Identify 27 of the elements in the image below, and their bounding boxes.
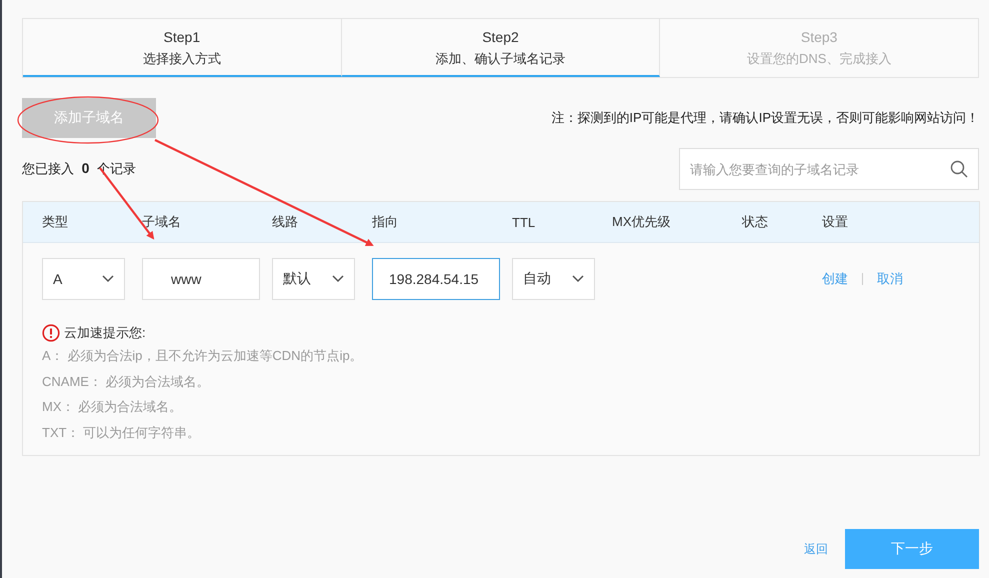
warning-note: 注：探测到的IP可能是代理，请确认IP设置无误，否则可能影响网站访问！ — [551, 109, 979, 127]
search-icon[interactable] — [950, 160, 968, 178]
input-field[interactable]: 198.284.54.15 — [372, 258, 500, 300]
column-header: 指向 — [372, 213, 398, 231]
tip-text: CNAME： 必须为合法域名。 — [42, 372, 211, 390]
caret-icon — [572, 275, 584, 283]
caret-icon — [102, 275, 114, 283]
column-header: 状态 — [742, 213, 768, 231]
column-header: 设置 — [822, 213, 848, 231]
tip-text: A： 必须为合法ip，且不允许为云加速等CDN的节点ip。 — [42, 347, 364, 365]
column-header: 子域名 — [142, 213, 181, 231]
caret-icon — [332, 275, 344, 283]
tip-text: TXT： 可以为任何字符串。 — [42, 424, 202, 442]
warning-icon — [42, 324, 60, 342]
column-header: 线路 — [272, 213, 298, 231]
search-field[interactable]: 请输入您要查询的子域名记录 — [679, 148, 979, 190]
select-field[interactable]: A — [42, 258, 125, 300]
column-header: TTL — [512, 214, 536, 230]
tip-text: MX： 必须为合法域名。 — [42, 398, 184, 416]
input-field[interactable]: www — [142, 258, 260, 300]
select-field[interactable]: 默认 — [272, 258, 355, 300]
select-field[interactable]: 自动 — [512, 258, 595, 300]
tips-title: 云加速提示您: — [64, 324, 146, 342]
column-header: MX优先级 — [612, 213, 670, 231]
step-tab[interactable]: Step2 添加、确认子域名记录 — [342, 19, 660, 77]
column-header: 类型 — [42, 213, 68, 231]
step-tab[interactable]: Step1 选择接入方式 — [23, 19, 342, 77]
